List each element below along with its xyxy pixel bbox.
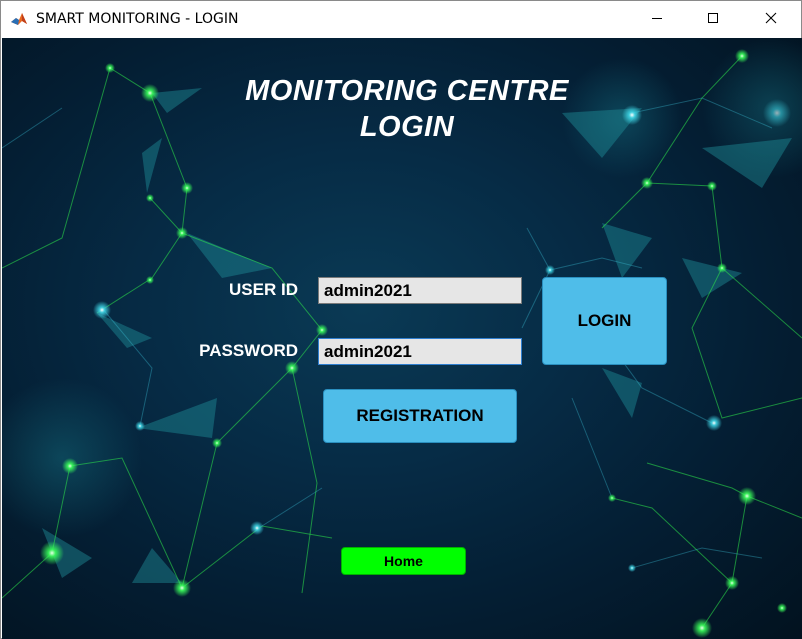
maximize-icon bbox=[707, 11, 719, 29]
title-bar[interactable]: SMART MONITORING - LOGIN bbox=[1, 1, 801, 38]
user-id-input[interactable] bbox=[318, 277, 522, 304]
home-button[interactable]: Home bbox=[341, 547, 466, 575]
minimize-button[interactable] bbox=[634, 1, 680, 38]
minimize-icon bbox=[651, 11, 663, 29]
password-input[interactable] bbox=[318, 338, 522, 365]
user-id-label: USER ID bbox=[229, 280, 298, 299]
close-icon bbox=[765, 11, 777, 29]
page-subtitle: LOGIN bbox=[359, 111, 455, 143]
window-title: SMART MONITORING - LOGIN bbox=[36, 11, 239, 27]
login-panel: MONITORING CENTRE LOGIN USER ID PASSWORD… bbox=[2, 38, 802, 639]
maximize-button[interactable] bbox=[690, 1, 736, 38]
page-title: MONITORING CENTRE bbox=[245, 75, 569, 107]
login-button[interactable]: LOGIN bbox=[542, 277, 667, 365]
app-window: SMART MONITORING - LOGIN MONITORING CENT… bbox=[0, 0, 802, 639]
password-label: PASSWORD bbox=[199, 341, 298, 360]
registration-button[interactable]: REGISTRATION bbox=[323, 389, 517, 443]
matlab-icon bbox=[10, 10, 28, 28]
close-button[interactable] bbox=[748, 1, 794, 38]
